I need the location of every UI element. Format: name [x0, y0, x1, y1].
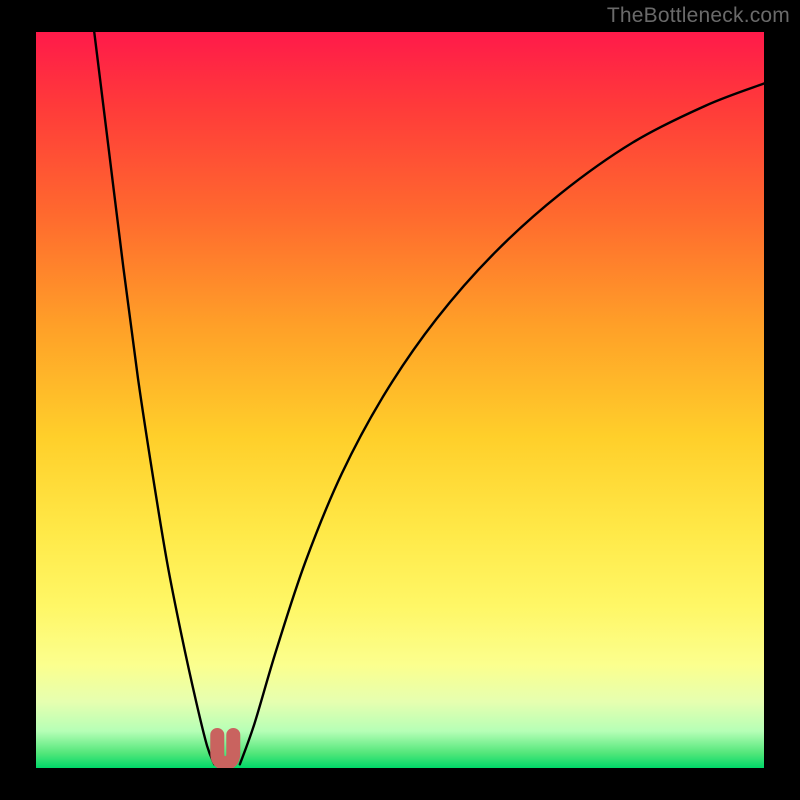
watermark-text: TheBottleneck.com [607, 4, 790, 28]
chart-plot-area [36, 32, 764, 768]
u-marker-icon [217, 735, 233, 763]
chart-curves-svg [36, 32, 764, 768]
chart-frame: TheBottleneck.com [0, 0, 800, 800]
curve-left-branch [94, 32, 214, 764]
curve-right-branch [240, 84, 764, 765]
